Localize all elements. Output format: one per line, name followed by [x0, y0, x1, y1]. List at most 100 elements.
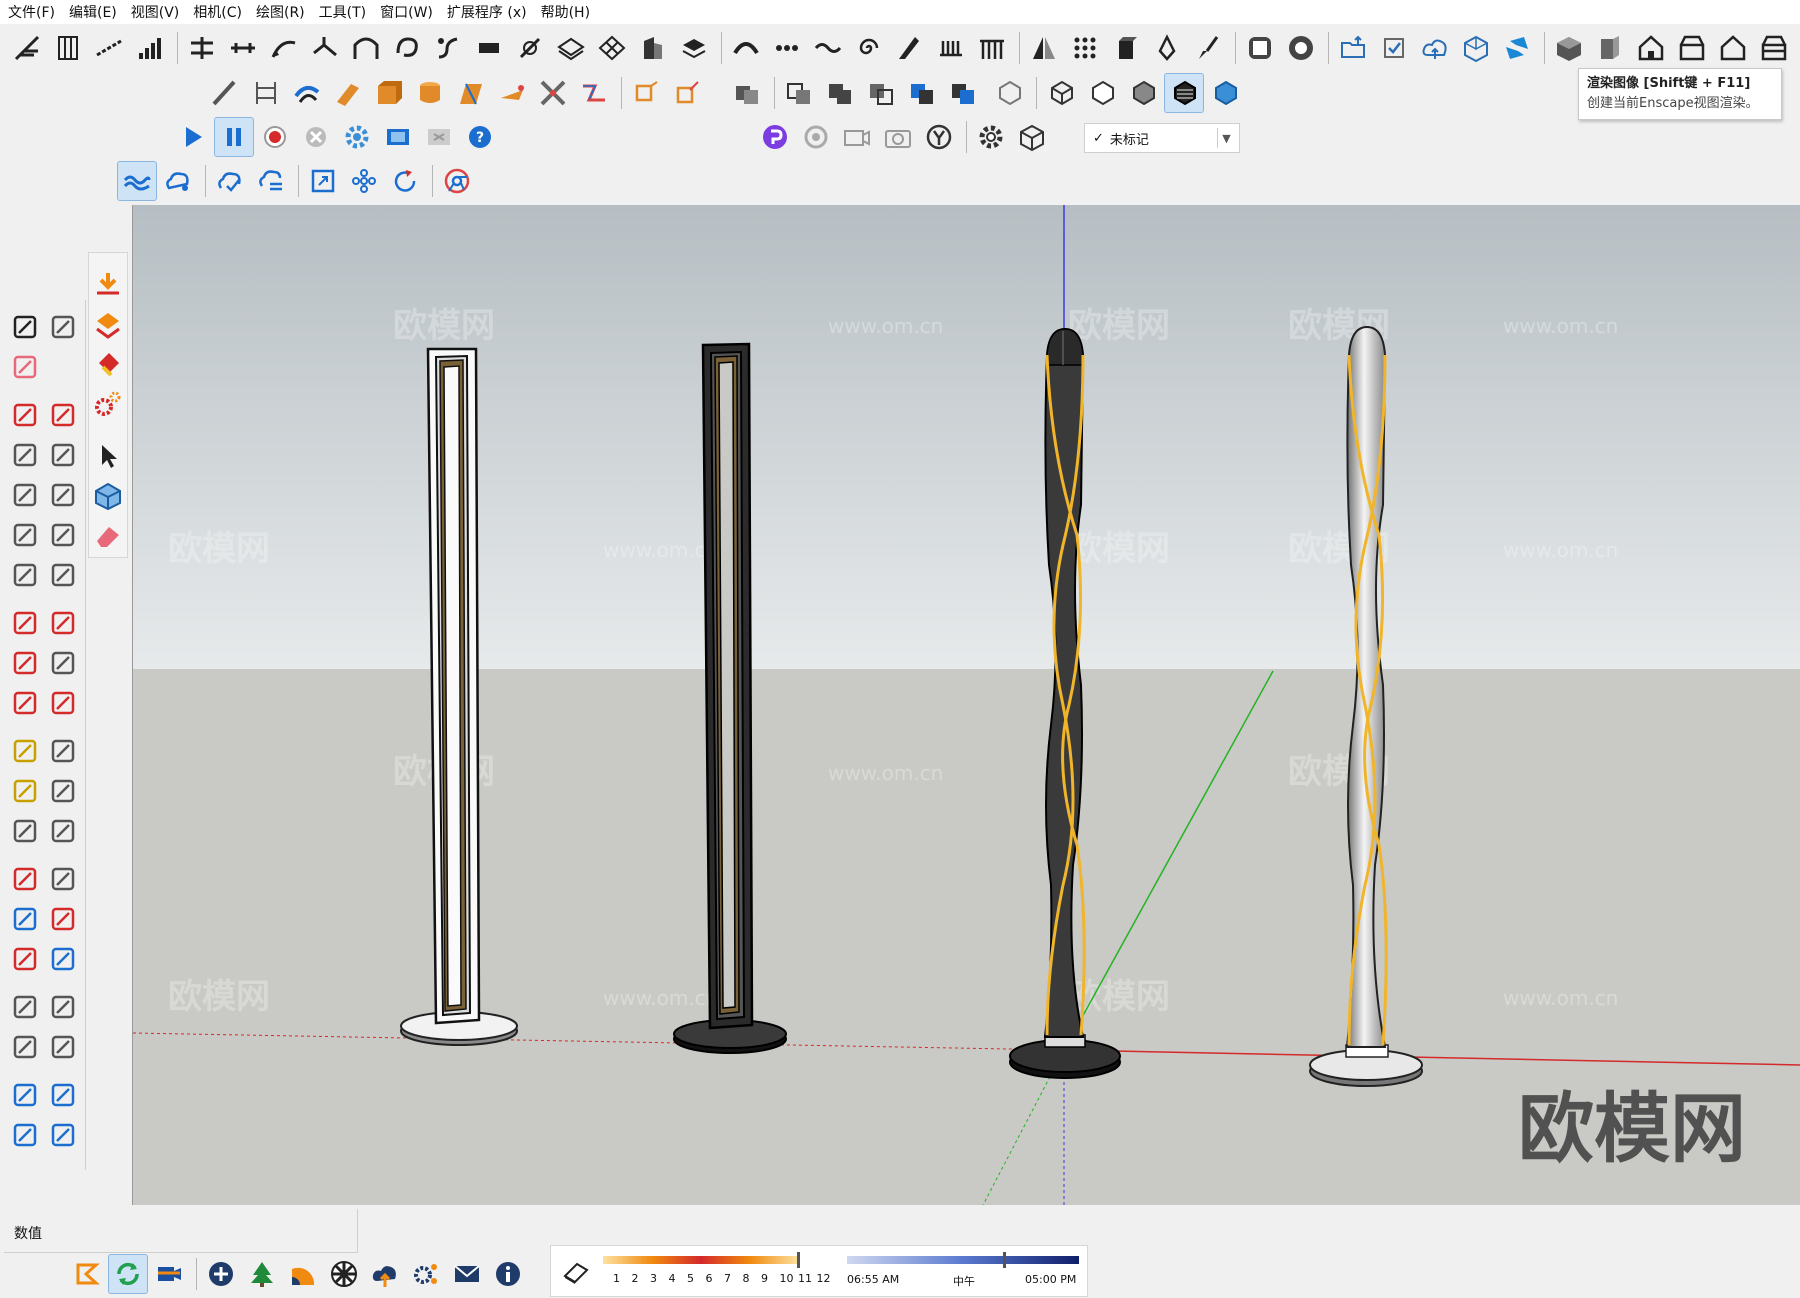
arc-icon[interactable]	[8, 518, 42, 552]
cross-tool-icon[interactable]	[534, 74, 572, 112]
array-grid-icon[interactable]	[1066, 29, 1104, 67]
export-up-icon[interactable]	[91, 307, 125, 341]
refresh-red-icon[interactable]	[386, 162, 424, 200]
fold-tool-icon[interactable]	[329, 74, 367, 112]
cylinder-icon[interactable]	[411, 74, 449, 112]
hidden-line-style-icon[interactable]	[1083, 74, 1121, 112]
extend-line-icon[interactable]	[224, 29, 262, 67]
wave-icon[interactable]	[809, 29, 847, 67]
menu-edit[interactable]: 编辑(E)	[69, 2, 117, 22]
back-view-icon[interactable]	[1714, 29, 1752, 67]
move-icon[interactable]	[8, 606, 42, 640]
scale-frame-icon[interactable]	[627, 74, 665, 112]
brush-icon[interactable]	[1189, 29, 1227, 67]
two-point-arc-icon[interactable]	[46, 518, 80, 552]
push-pull-icon[interactable]	[46, 606, 80, 640]
protractor-icon[interactable]	[8, 774, 42, 808]
help-icon[interactable]: ?	[461, 118, 499, 156]
xray-style-icon[interactable]	[990, 74, 1028, 112]
zoom-window-icon[interactable]	[46, 902, 80, 936]
position-camera-icon[interactable]	[8, 990, 42, 1024]
tag-dropdown[interactable]: ✓ 未标记 ▼	[1084, 123, 1240, 153]
circle-icon[interactable]	[8, 478, 42, 512]
outer-shell-icon[interactable]	[728, 74, 766, 112]
pie-icon[interactable]	[46, 558, 80, 592]
loop-arrow-icon[interactable]	[388, 29, 426, 67]
front-view-icon[interactable]	[1632, 29, 1670, 67]
shadow-toggle-icon[interactable]	[559, 1254, 593, 1288]
intersect-icon[interactable]	[780, 74, 818, 112]
time-slider-thumb[interactable]	[1003, 1252, 1006, 1268]
look-around-icon[interactable]	[46, 990, 80, 1024]
gear-cluster-icon[interactable]	[407, 1255, 445, 1293]
cone-icon[interactable]	[493, 74, 531, 112]
spring-tool-icon[interactable]	[429, 29, 467, 67]
rectangle-icon[interactable]	[8, 438, 42, 472]
month-slider[interactable]	[603, 1256, 799, 1264]
walk-icon[interactable]	[8, 1030, 42, 1064]
building-icon[interactable]	[634, 29, 672, 67]
3d-text-icon[interactable]	[46, 814, 80, 848]
add-circle-icon[interactable]	[202, 1255, 240, 1293]
cloud-wave-icon[interactable]	[117, 161, 157, 201]
cloud-upload-icon[interactable]	[1416, 29, 1454, 67]
materials-fan-icon[interactable]	[284, 1255, 322, 1293]
play-icon[interactable]	[174, 118, 212, 156]
3d-viewport[interactable]: 欧模网 欧模网 欧模网 欧模网 欧模网 欧模网 欧模网 欧模网 欧模网 欧模网 …	[132, 205, 1800, 1205]
orbit-icon[interactable]	[8, 862, 42, 896]
roof-tool-icon[interactable]	[891, 29, 929, 67]
extrude-face-icon[interactable]	[452, 74, 490, 112]
union-icon[interactable]	[821, 74, 859, 112]
three-point-arc-icon[interactable]	[8, 558, 42, 592]
follow-me-icon[interactable]	[206, 74, 244, 112]
menu-window[interactable]: 窗口(W)	[380, 2, 433, 22]
camera-flag-icon[interactable]	[150, 1255, 188, 1293]
eraser-2-icon[interactable]	[91, 519, 125, 553]
pen-nib-icon[interactable]	[1148, 29, 1186, 67]
mirror-icon[interactable]	[1025, 29, 1063, 67]
sync-logo-icon[interactable]	[1498, 29, 1536, 67]
menu-help[interactable]: 帮助(H)	[541, 2, 590, 22]
zoom-icon[interactable]	[8, 902, 42, 936]
slab-tool-icon[interactable]	[470, 29, 508, 67]
subtract-icon[interactable]	[862, 74, 900, 112]
cube-download-icon[interactable]	[1457, 29, 1495, 67]
box-3d-icon[interactable]	[370, 74, 408, 112]
sandbox-icon[interactable]	[8, 1078, 42, 1112]
scene-canvas[interactable]: 欧模网 欧模网 欧模网 欧模网 欧模网 欧模网 欧模网 欧模网 欧模网 欧模网 …	[133, 205, 1800, 1205]
polygon-icon[interactable]	[46, 478, 80, 512]
axes-icon[interactable]	[8, 814, 42, 848]
shaded-style-icon[interactable]	[1124, 74, 1162, 112]
rotated-rectangle-icon[interactable]	[46, 438, 80, 472]
select-arrow-2-icon[interactable]	[91, 439, 125, 473]
curve-arrow-icon[interactable]	[265, 29, 303, 67]
component-icon[interactable]	[46, 310, 80, 344]
component-cluster-icon[interactable]	[345, 162, 383, 200]
column-tool-icon[interactable]	[49, 29, 87, 67]
freehand-icon[interactable]	[46, 398, 80, 432]
layers-diamond-icon[interactable]	[552, 29, 590, 67]
dimension-frame-icon[interactable]	[247, 74, 285, 112]
film-export-icon[interactable]	[420, 118, 458, 156]
split-solid-icon[interactable]	[944, 74, 982, 112]
flip-edge-icon[interactable]	[46, 1118, 80, 1152]
enscape-logo-icon[interactable]	[68, 1255, 106, 1293]
menu-tools[interactable]: 工具(T)	[319, 2, 366, 22]
shaded-textures-style-icon[interactable]	[1164, 73, 1204, 113]
text-label-icon[interactable]	[46, 774, 80, 808]
line-pattern-icon[interactable]	[90, 29, 128, 67]
zoom-previous-icon[interactable]	[46, 942, 80, 976]
comb-icon[interactable]	[932, 29, 970, 67]
cloud-check-icon[interactable]	[211, 162, 249, 200]
chevron-down-icon[interactable]: ▼	[1217, 128, 1235, 148]
paint-bucket-icon[interactable]	[91, 347, 125, 381]
pan-icon[interactable]	[46, 862, 80, 896]
zoom-extents-icon[interactable]	[8, 942, 42, 976]
dimension-icon[interactable]	[46, 734, 80, 768]
smoove-icon[interactable]	[46, 1078, 80, 1112]
enscape-start-icon[interactable]	[756, 118, 794, 156]
info-icon[interactable]	[489, 1255, 527, 1293]
layers-sandbox-icon[interactable]	[8, 1118, 42, 1152]
iso-view-icon[interactable]	[1550, 29, 1588, 67]
measurements-box[interactable]: 数值	[4, 1209, 358, 1253]
